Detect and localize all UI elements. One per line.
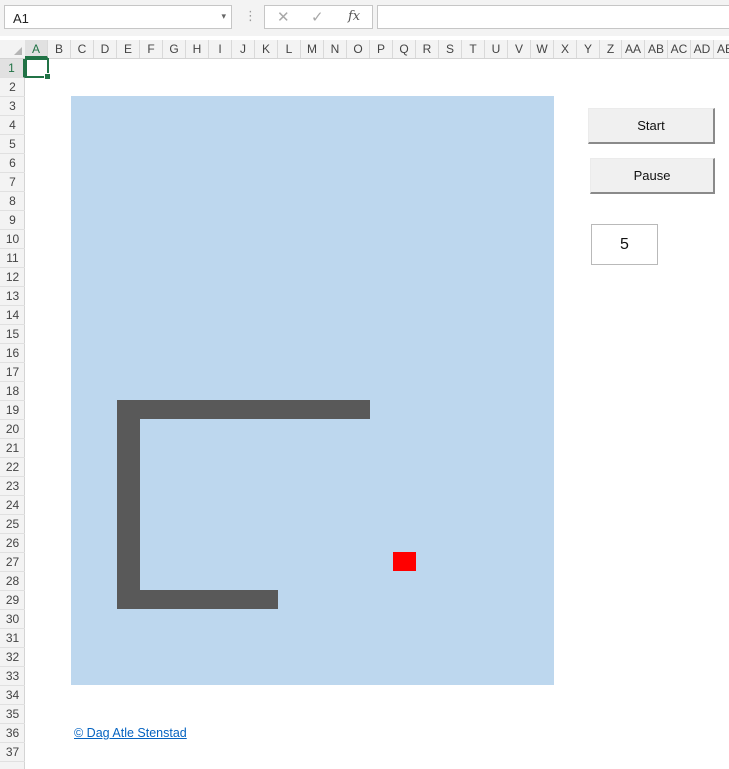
column-header-w[interactable]: W (531, 40, 554, 58)
row-header-21[interactable]: 21 (0, 439, 25, 458)
column-header-p[interactable]: P (370, 40, 393, 58)
fill-handle[interactable] (44, 73, 51, 80)
row-header-14[interactable]: 14 (0, 306, 25, 325)
formula-input[interactable] (377, 5, 729, 29)
row-header-25[interactable]: 25 (0, 515, 25, 534)
pause-button[interactable]: Pause (590, 158, 715, 194)
column-header-c[interactable]: C (71, 40, 94, 58)
credit-link[interactable]: © Dag Atle Stenstad (74, 726, 187, 740)
formula-bar: A1 ▾ ⋮ ✕ ✓ fx (0, 0, 729, 36)
row-header-18[interactable]: 18 (0, 382, 25, 401)
column-header-s[interactable]: S (439, 40, 462, 58)
column-header-f[interactable]: F (140, 40, 163, 58)
column-header-n[interactable]: N (324, 40, 347, 58)
column-header-j[interactable]: J (232, 40, 255, 58)
column-header-ab[interactable]: AB (645, 40, 668, 58)
column-header-k[interactable]: K (255, 40, 278, 58)
column-header-g[interactable]: G (163, 40, 186, 58)
row-headers: 1 2 3 4 5 6 7 8 9 10 11 12 13 14 15 16 17 18 19 20 21 22 23 24 2… (0, 59, 25, 769)
column-header-l[interactable]: L (278, 40, 301, 58)
row-header-16[interactable]: 16 (0, 344, 25, 363)
column-headers: A B C D E F G H I J K L M N O P Q R S T U V W X Y Z AA AB AC AD AE (0, 40, 729, 59)
column-header-u[interactable]: U (485, 40, 508, 58)
name-box-value: A1 (13, 11, 29, 26)
row-header-13[interactable]: 13 (0, 287, 25, 306)
row-header-6[interactable]: 6 (0, 154, 25, 173)
column-header-x[interactable]: X (554, 40, 577, 58)
row-header-7[interactable]: 7 (0, 173, 25, 192)
row-header-37[interactable]: 37 (0, 743, 25, 762)
formula-buttons: ✕ ✓ fx (264, 5, 373, 29)
active-cell-a1[interactable] (25, 58, 51, 80)
chevron-down-icon[interactable]: ▾ (221, 11, 226, 22)
column-header-b[interactable]: B (48, 40, 71, 58)
start-button[interactable]: Start (588, 108, 715, 144)
cancel-icon[interactable]: ✕ (277, 8, 290, 26)
row-header-4[interactable]: 4 (0, 116, 25, 135)
column-header-i[interactable]: I (209, 40, 232, 58)
enter-check-icon[interactable]: ✓ (311, 8, 324, 26)
row-header-27[interactable]: 27 (0, 553, 25, 572)
column-header-ac[interactable]: AC (668, 40, 691, 58)
resize-handle-icon[interactable]: ⋮ (244, 9, 257, 22)
row-header-31[interactable]: 31 (0, 629, 25, 648)
row-header-30[interactable]: 30 (0, 610, 25, 629)
snake-segment-bottom (117, 590, 278, 609)
row-header-10[interactable]: 10 (0, 230, 25, 249)
snake-segment-left (117, 400, 140, 609)
column-header-q[interactable]: Q (393, 40, 416, 58)
column-header-v[interactable]: V (508, 40, 531, 58)
name-box[interactable]: A1 ▾ (4, 5, 232, 29)
row-header-17[interactable]: 17 (0, 363, 25, 382)
insert-function-icon[interactable]: fx (348, 9, 360, 24)
row-header-8[interactable]: 8 (0, 192, 25, 211)
column-header-a[interactable]: A (25, 40, 48, 58)
row-header-2[interactable]: 2 (0, 78, 25, 97)
food-block (393, 552, 416, 571)
column-header-z[interactable]: Z (600, 40, 622, 58)
game-board (71, 96, 554, 685)
row-header-24[interactable]: 24 (0, 496, 25, 515)
row-header-15[interactable]: 15 (0, 325, 25, 344)
row-header-1[interactable]: 1 (0, 59, 25, 78)
column-header-ae[interactable]: AE (714, 40, 729, 58)
row-header-11[interactable]: 11 (0, 249, 25, 268)
select-all-icon (14, 47, 22, 55)
column-header-aa[interactable]: AA (622, 40, 645, 58)
row-header-19[interactable]: 19 (0, 401, 25, 420)
snake-segment-top (117, 400, 370, 419)
column-header-e[interactable]: E (117, 40, 140, 58)
column-header-ad[interactable]: AD (691, 40, 714, 58)
select-all-button[interactable] (0, 40, 25, 58)
row-header-26[interactable]: 26 (0, 534, 25, 553)
column-header-o[interactable]: O (347, 40, 370, 58)
row-header-22[interactable]: 22 (0, 458, 25, 477)
row-header-3[interactable]: 3 (0, 97, 25, 116)
row-header-36[interactable]: 36 (0, 724, 25, 743)
row-header-29[interactable]: 29 (0, 591, 25, 610)
row-header-33[interactable]: 33 (0, 667, 25, 686)
row-header-34[interactable]: 34 (0, 686, 25, 705)
score-display: 5 (591, 224, 658, 265)
row-header-12[interactable]: 12 (0, 268, 25, 287)
column-header-h[interactable]: H (186, 40, 209, 58)
column-header-t[interactable]: T (462, 40, 485, 58)
row-header-28[interactable]: 28 (0, 572, 25, 591)
row-header-5[interactable]: 5 (0, 135, 25, 154)
column-header-y[interactable]: Y (577, 40, 600, 58)
column-header-r[interactable]: R (416, 40, 439, 58)
column-header-d[interactable]: D (94, 40, 117, 58)
row-header-23[interactable]: 23 (0, 477, 25, 496)
column-header-m[interactable]: M (301, 40, 324, 58)
row-header-20[interactable]: 20 (0, 420, 25, 439)
row-header-32[interactable]: 32 (0, 648, 25, 667)
row-header-9[interactable]: 9 (0, 211, 25, 230)
row-header-35[interactable]: 35 (0, 705, 25, 724)
